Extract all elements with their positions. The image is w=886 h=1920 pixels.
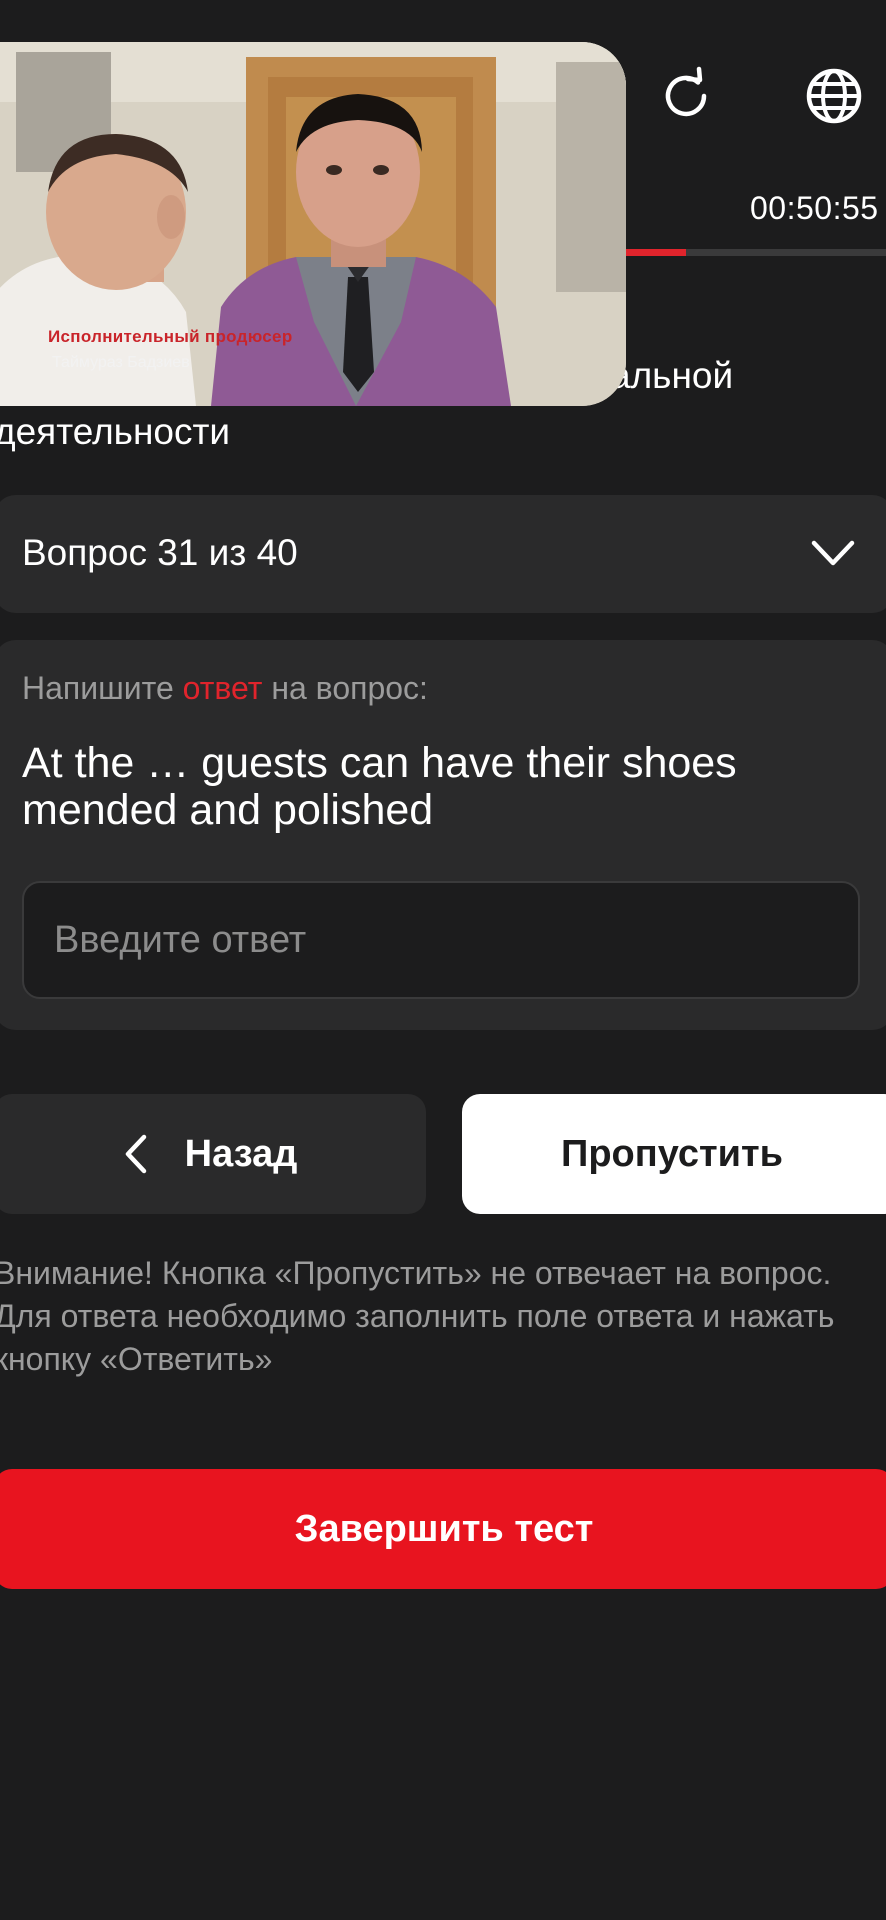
answer-prompt: Напишите ответ на вопрос: <box>22 670 428 707</box>
globe-icon[interactable] <box>798 60 870 132</box>
chevron-left-icon <box>123 1133 149 1175</box>
finish-test-button[interactable]: Завершить тест <box>0 1469 886 1589</box>
skip-button[interactable]: Пропустить <box>462 1094 886 1214</box>
subject-title-line-2: деятельности <box>0 411 231 452</box>
finish-test-button-label: Завершить тест <box>294 1507 594 1550</box>
chevron-down-icon <box>810 533 856 578</box>
question-text: At the … guests can have their shoes men… <box>22 739 737 834</box>
video-caption-name: Таймураз Бадзиев <box>52 354 190 371</box>
video-player[interactable]: Исполнительный продюсер Таймураз Бадзиев <box>0 42 626 406</box>
test-screen: 00:50:55 альной деятельности Исполнитель… <box>0 0 886 1920</box>
answer-prompt-after: на вопрос: <box>262 670 428 706</box>
refresh-icon[interactable] <box>650 60 722 132</box>
answer-prompt-before: Напишите <box>22 670 183 706</box>
skip-warning-text: Внимание! Кнопка «Пропустить» не отвечае… <box>0 1255 835 1377</box>
answer-input[interactable] <box>22 881 860 999</box>
video-caption-role: Исполнительный продюсер <box>48 327 293 346</box>
video-frame-image <box>0 42 626 406</box>
back-button[interactable]: Назад <box>0 1094 426 1214</box>
question-selector[interactable]: Вопрос 31 из 40 <box>0 495 886 613</box>
back-button-label: Назад <box>184 1132 298 1175</box>
question-card: Напишите ответ на вопрос: At the … guest… <box>0 640 886 1030</box>
skip-button-label: Пропустить <box>561 1132 783 1175</box>
question-selector-label: Вопрос 31 из 40 <box>22 532 298 573</box>
timer: 00:50:55 <box>750 190 879 226</box>
answer-prompt-accent: ответ <box>182 670 263 706</box>
